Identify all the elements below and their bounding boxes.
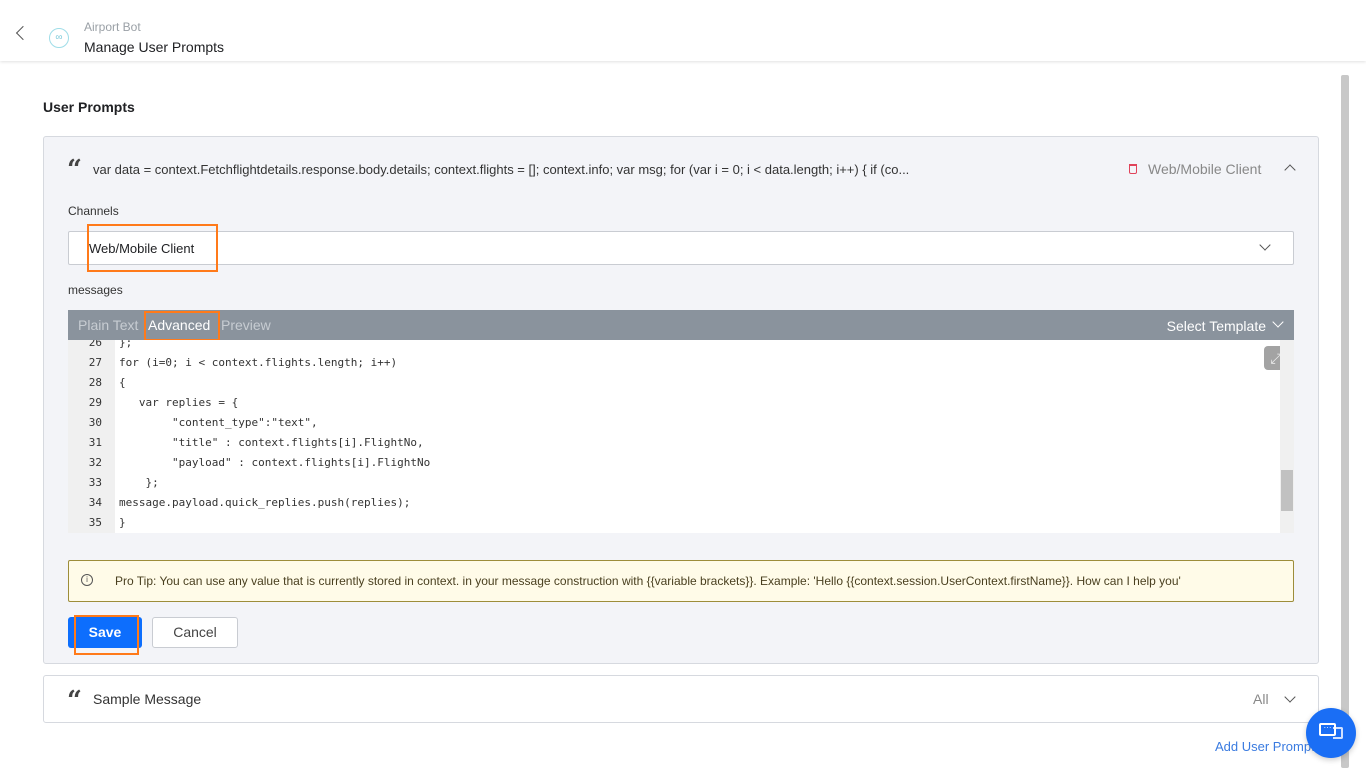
code-text: message.payload.quick_replies.push(repli… (119, 496, 411, 509)
code-line: 26}; (68, 340, 1268, 353)
sample-message-card[interactable]: “ Sample Message All (43, 675, 1319, 723)
chat-button[interactable]: ··· (1306, 708, 1356, 758)
code-text: }; (119, 476, 159, 489)
select-template-label: Select Template (1166, 318, 1266, 334)
quote-icon: “ (67, 686, 82, 716)
quote-icon: “ (67, 155, 82, 185)
collapse-chevron-icon[interactable] (1284, 164, 1296, 176)
code-text: } (119, 516, 126, 529)
editor-toolbar: Plain Text Advanced Preview Select Templ… (68, 310, 1294, 340)
code-text: }; (119, 340, 133, 349)
code-line: 28 { (68, 373, 1268, 393)
line-number: 31 (88, 436, 102, 449)
pro-tip-text: Pro Tip: You can use any value that is c… (115, 574, 1181, 588)
line-number: 34 (88, 496, 102, 509)
line-number: 27 (88, 356, 102, 369)
code-line: 29 var replies = { (68, 393, 1268, 413)
code-line: 35} (68, 513, 1268, 533)
channel-select[interactable]: Web/Mobile Client (68, 231, 1294, 265)
line-number: 35 (88, 516, 102, 529)
bot-icon: ∞ (49, 28, 69, 48)
bot-name: Airport Bot (84, 20, 141, 34)
prompt-summary[interactable]: var data = context.Fetchflightdetails.re… (93, 162, 909, 177)
line-number: 33 (88, 476, 102, 489)
section-title: User Prompts (43, 99, 135, 115)
add-user-prompt-link[interactable]: Add User Prompt (1215, 739, 1315, 754)
channels-label: Channels (68, 204, 119, 218)
chevron-down-icon (1259, 239, 1271, 251)
code-text: "title" : context.flights[i].FlightNo, (119, 436, 424, 449)
code-line: 33 }; (68, 473, 1268, 493)
page-title: Manage User Prompts (84, 39, 225, 55)
back-chevron-icon[interactable] (15, 25, 31, 41)
line-number: 32 (88, 456, 102, 469)
template-chevron-icon (1272, 316, 1284, 328)
select-template-dropdown[interactable]: Select Template (1167, 318, 1266, 334)
info-icon: i (81, 574, 93, 586)
code-line: 32 "payload" : context.flights[i].Flight… (68, 453, 1268, 473)
expand-chevron-icon[interactable] (1284, 691, 1296, 703)
code-text: "content_type":"text", (119, 416, 318, 429)
highlight-advanced (144, 311, 220, 341)
code-line: 27 for (i=0; i < context.flights.length; … (68, 353, 1268, 373)
code-line: 34 message.payload.quick_replies.push(rep… (68, 493, 1268, 513)
tab-plain-text[interactable]: Plain Text (78, 317, 138, 333)
cancel-button[interactable]: Cancel (152, 617, 238, 648)
line-number: 26 (88, 340, 102, 349)
code-line: 30 "content_type":"text", (68, 413, 1268, 433)
messages-label: messages (68, 283, 123, 297)
line-number: 30 (88, 416, 102, 429)
code-editor[interactable]: 26}; 27 for (i=0; i < context.flights.leng… (68, 340, 1294, 533)
header: ∞ Airport Bot Manage User Prompts (0, 0, 1366, 61)
scrollbar-thumb[interactable] (1281, 470, 1293, 511)
channel-tag: Web/Mobile Client (1148, 161, 1262, 177)
code-line: 31 "title" : context.flights[i].FlightNo… (68, 433, 1268, 453)
code-text: var replies = { (119, 396, 239, 409)
pro-tip-banner: i Pro Tip: You can use any value that is… (68, 560, 1294, 602)
sample-summary: Sample Message (93, 691, 202, 707)
line-number: 29 (88, 396, 102, 409)
line-number: 28 (88, 376, 102, 389)
editor-scrollbar[interactable] (1280, 340, 1294, 533)
chat-dots-icon: ··· (1319, 723, 1336, 736)
code-text: { (119, 376, 126, 389)
highlight-save (74, 615, 139, 655)
code-text: "payload" : context.flights[i].FlightNo (119, 456, 431, 469)
sample-channel-tag: All (1253, 691, 1269, 707)
user-prompt-card: “ var data = context.Fetchflightdetails.… (43, 136, 1319, 664)
page-scrollbar[interactable] (1341, 75, 1349, 768)
code-text: for (i=0; i < context.flights.length; i+… (119, 356, 398, 369)
highlight-channel (87, 224, 218, 272)
trash-icon[interactable] (1129, 164, 1137, 174)
tab-preview[interactable]: Preview (221, 317, 271, 333)
